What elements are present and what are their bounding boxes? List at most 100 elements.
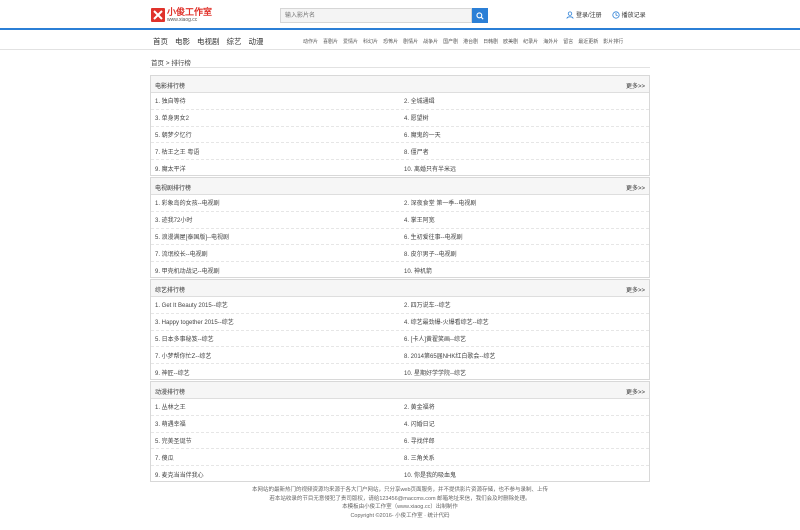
ranking-item-link[interactable]: 8. 三角关系: [400, 453, 649, 462]
ranking-item-link[interactable]: 5. 浪漫满屋[泰国版]--电视剧: [151, 232, 400, 241]
subnav-item[interactable]: 留言: [563, 38, 573, 45]
ranking-item-link[interactable]: 1. 独自等待: [151, 96, 400, 105]
divider: [150, 67, 650, 68]
more-link[interactable]: 更多>>: [626, 387, 645, 396]
ranking-item-link[interactable]: 9. 甲壳机动战记--电视剧: [151, 266, 400, 275]
history-link[interactable]: 播放记录: [612, 10, 646, 19]
subnav-item[interactable]: 爱情片: [343, 38, 358, 45]
ranking-item-link[interactable]: 5. 朝梦夕忆行: [151, 130, 400, 139]
ranking-row: 9. 麦克当当伴我心 10. 你是我的吸血鬼: [151, 466, 649, 483]
ranking-panel: 动漫排行榜 更多>> 1. 丛林之王 2. 黄金福将 3. 萌遇幸福 4. 闪婚日记 5. …: [150, 381, 650, 482]
search-input[interactable]: [280, 8, 472, 23]
ranking-item-link[interactable]: 9. 神匠--综艺: [151, 368, 400, 377]
subnav-item[interactable]: 战争片: [423, 38, 438, 45]
ranking-item-link[interactable]: 8. 僵尸者: [400, 147, 649, 156]
ranking-item-link[interactable]: 5. 日本多事秘笈--综艺: [151, 334, 400, 343]
logo-title: 小俊工作室: [167, 7, 213, 17]
subnav-item[interactable]: 日韩剧: [483, 38, 498, 45]
ranking-item-link[interactable]: 7. 小梦帮你忙Z--综艺: [151, 351, 400, 360]
subnav-item[interactable]: 喜剧片: [323, 38, 338, 45]
ranking-row: 9. 魔太平洋 10. 离婚只有半米远: [151, 160, 649, 177]
ranking-item-link[interactable]: 4. 闪婚日记: [400, 419, 649, 428]
subnav-item[interactable]: 纪录片: [523, 38, 538, 45]
breadcrumb: 首页 > 排行榜: [151, 60, 191, 67]
ranking-item-link[interactable]: 10. 神机箭: [400, 266, 649, 275]
panel-header: 综艺排行榜 更多>>: [151, 280, 649, 297]
top-header: 小俊工作室 www.xiaog.cc 登录/注册 播放记录: [0, 0, 800, 30]
footer: 本网站的最新热门的视频资源均来源于各大门户网站，只分享web页面服务，并不提供影…: [0, 486, 800, 520]
ranking-item-link[interactable]: 7. 枯王之王 粤语: [151, 147, 400, 156]
footer-line: 若本站收录的节目无意侵犯了贵司版权，请给123456@maccms.com 邮箱…: [269, 495, 531, 502]
nav-home[interactable]: 首页: [153, 36, 168, 47]
ranking-item-link[interactable]: 3. Happy together 2015--综艺: [151, 317, 400, 326]
subnav-item[interactable]: 剧情片: [403, 38, 418, 45]
nav-bar: 首页 电影 电视剧 综艺 动漫 动作片 喜剧片 爱情片 科幻片 恐怖片 剧情片 …: [0, 30, 800, 50]
history-label: 播放记录: [621, 13, 646, 19]
panel-title: 电视剧排行榜: [155, 186, 192, 192]
footer-line: 本网站的最新热门的视频资源均来源于各大门户网站，只分享web页面服务，并不提供影…: [251, 487, 549, 493]
subnav-item[interactable]: 欧美剧: [503, 38, 518, 45]
ranking-item-link[interactable]: 6. 生初爱往事--电视剧: [400, 232, 649, 241]
ranking-row: 7. 枯王之王 粤语 8. 僵尸者: [151, 143, 649, 161]
ranking-item-link[interactable]: 2. 深夜食堂 第一季--电视剧: [400, 198, 649, 207]
panel-header: 电视剧排行榜 更多>>: [151, 178, 649, 195]
subnav-item[interactable]: 最近更新: [578, 38, 598, 45]
more-link[interactable]: 更多>>: [626, 183, 645, 192]
ranking-item-link[interactable]: 4. 掌王阿宽: [400, 215, 649, 224]
more-link[interactable]: 更多>>: [626, 285, 645, 294]
ranking-item-link[interactable]: 10. 星期好学学院--综艺: [400, 368, 649, 377]
subnav-item[interactable]: 科幻片: [363, 38, 378, 45]
user-links: 登录/注册 播放记录: [566, 10, 646, 19]
ranking-item-link[interactable]: 6. 寻找伴郎: [400, 436, 649, 445]
ranking-row: 9. 神匠--综艺 10. 星期好学学院--综艺: [151, 364, 649, 381]
ranking-item-link[interactable]: 4. 综艺最劲爆-火爆看综艺--综艺: [400, 317, 649, 326]
nav-variety[interactable]: 综艺: [227, 36, 242, 47]
ranking-item-link[interactable]: 8. 皮尔男子--电视剧: [400, 249, 649, 258]
subnav-item[interactable]: 海外片: [543, 38, 558, 45]
subnav-item[interactable]: 影片排行: [603, 38, 623, 45]
ranking-panel: 综艺排行榜 更多>> 1. Get It Beauty 2015--综艺 2. 四万说…: [150, 279, 650, 380]
ranking-item-link[interactable]: 3. 单身男女2: [151, 113, 400, 122]
subnav-item[interactable]: 动作片: [303, 38, 318, 45]
ranking-item-link[interactable]: 1. 彩象岛的女孩--电视剧: [151, 198, 400, 207]
ranking-row: 5. 浪漫满屋[泰国版]--电视剧 6. 生初爱往事--电视剧: [151, 229, 649, 246]
login-label: 登录/注册: [576, 13, 602, 19]
ranking-item-link[interactable]: 7. 流氓校长--电视剧: [151, 249, 400, 258]
ranking-item-link[interactable]: 6. 魔鬼的一天: [400, 130, 649, 139]
ranking-item-link[interactable]: 6. [卡人]黄翟笑画--综艺: [400, 334, 649, 343]
ranking-row: 3. 迹我72小时 4. 掌王阿宽: [151, 212, 649, 229]
ranking-item-link[interactable]: 10. 离婚只有半米远: [400, 164, 649, 173]
nav-tv[interactable]: 电视剧: [197, 36, 220, 47]
panel-title: 电影排行榜: [155, 84, 186, 90]
ranking-item-link[interactable]: 4. 愿望树: [400, 113, 649, 122]
subnav-item[interactable]: 港台剧: [463, 38, 478, 45]
ranking-row: 7. 流氓校长--电视剧 8. 皮尔男子--电视剧: [151, 245, 649, 263]
ranking-panel: 电影排行榜 更多>> 1. 独自等待 2. 全城通缉 3. 单身男女2 4. 愿望树 5. …: [150, 75, 650, 176]
ranking-item-link[interactable]: 2. 全城通缉: [400, 96, 649, 105]
ranking-item-link[interactable]: 5. 完美圣诞节: [151, 436, 400, 445]
login-link[interactable]: 登录/注册: [566, 10, 602, 19]
ranking-item-link[interactable]: 3. 萌遇幸福: [151, 419, 400, 428]
ranking-item-link[interactable]: 10. 你是我的吸血鬼: [400, 470, 649, 479]
search-icon: [476, 11, 484, 20]
ranking-row: 1. 丛林之王 2. 黄金福将: [151, 399, 649, 416]
ranking-item-link[interactable]: 7. 傻瓜: [151, 453, 400, 462]
more-link[interactable]: 更多>>: [626, 81, 645, 90]
ranking-item-link[interactable]: 9. 魔太平洋: [151, 164, 400, 173]
search-button[interactable]: [472, 8, 488, 23]
ranking-item-link[interactable]: 3. 迹我72小时: [151, 215, 400, 224]
ranking-item-link[interactable]: 1. Get It Beauty 2015--综艺: [151, 300, 400, 309]
site-logo[interactable]: 小俊工作室 www.xiaog.cc: [151, 7, 213, 23]
ranking-item-link[interactable]: 2. 四万说车--综艺: [400, 300, 649, 309]
ranking-item-link[interactable]: 2. 黄金福将: [400, 402, 649, 411]
panel-header: 电影排行榜 更多>>: [151, 76, 649, 93]
ranking-item-link[interactable]: 1. 丛林之王: [151, 402, 400, 411]
nav-movie[interactable]: 电影: [175, 36, 190, 47]
footer-line: Copyright ©2016- 小俊工作室 · 统计代码: [350, 512, 450, 519]
subnav-item[interactable]: 恐怖片: [383, 38, 398, 45]
nav-anime[interactable]: 动漫: [249, 36, 264, 47]
subnav-item[interactable]: 国产剧: [443, 38, 458, 45]
ranking-item-link[interactable]: 9. 麦克当当伴我心: [151, 470, 400, 479]
logo-url: www.xiaog.cc: [167, 17, 198, 23]
ranking-item-link[interactable]: 8. 2014第65届NHK红白歌会--综艺: [400, 351, 649, 360]
